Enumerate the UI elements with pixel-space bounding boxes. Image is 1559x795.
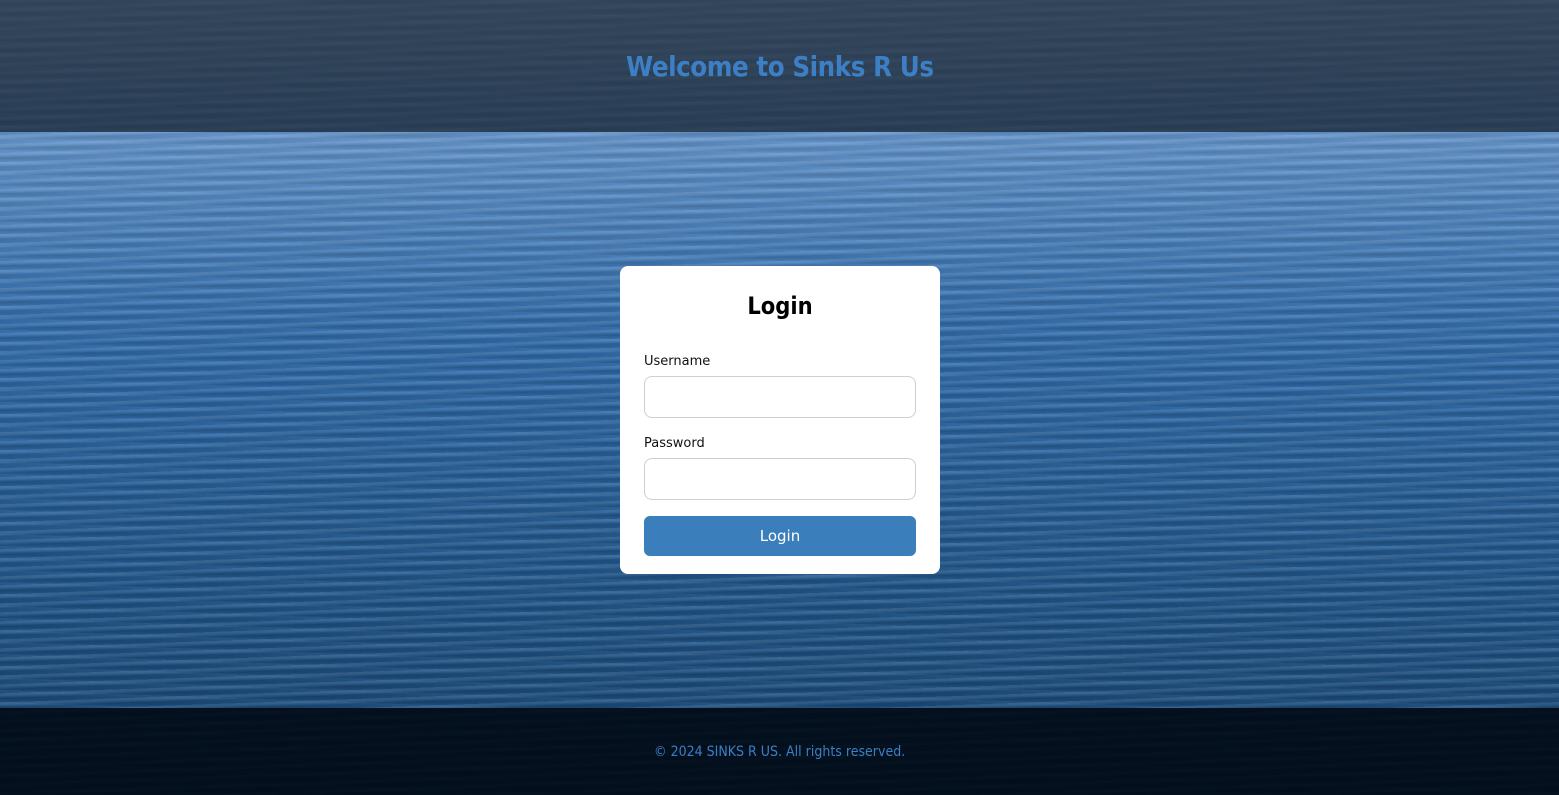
login-title: Login — [747, 292, 813, 320]
password-input[interactable] — [644, 458, 916, 500]
username-input[interactable] — [644, 376, 916, 418]
login-form: Login Username Password Login — [620, 266, 940, 574]
site-header: Welcome to Sinks R Us — [0, 0, 1559, 132]
copyright-text: © 2024 SINKS R US. All rights reserved. — [653, 743, 906, 760]
login-button[interactable]: Login — [644, 516, 916, 556]
page-background: Welcome to Sinks R Us Login Username Pas… — [0, 0, 1559, 795]
site-footer: © 2024 SINKS R US. All rights reserved. — [0, 708, 1559, 795]
password-label: Password — [644, 436, 705, 451]
site-title: Welcome to Sinks R Us — [625, 49, 934, 83]
username-label: Username — [644, 354, 711, 369]
